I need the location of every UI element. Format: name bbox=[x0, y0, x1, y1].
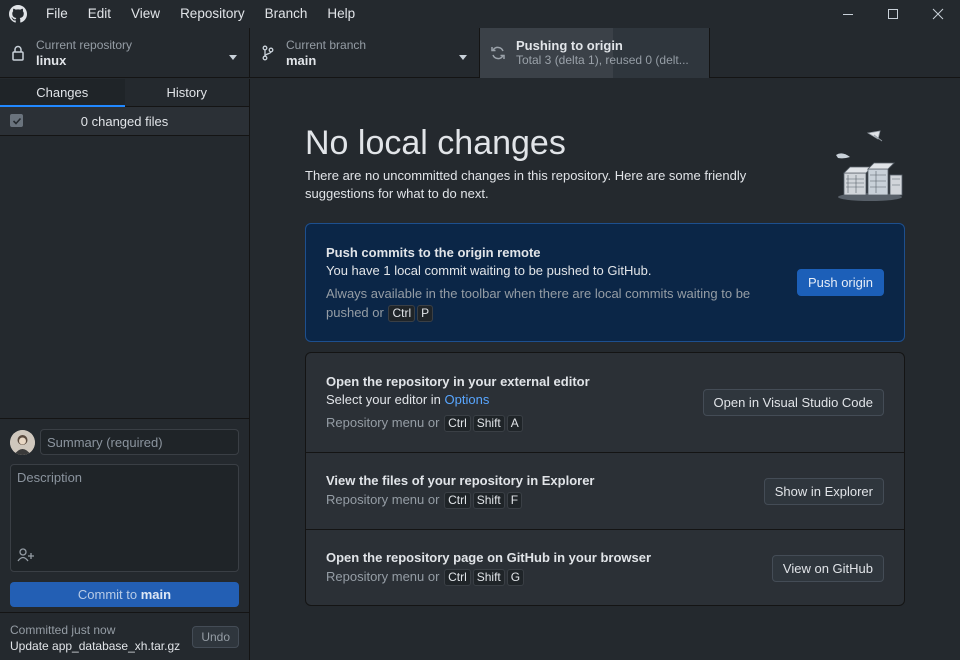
page-subtitle: There are no uncommitted changes in this… bbox=[305, 168, 747, 201]
open-in-editor-button[interactable]: Open in Visual Studio Code bbox=[702, 389, 884, 416]
kbd-p: P bbox=[417, 305, 434, 322]
show-in-explorer-button[interactable]: Show in Explorer bbox=[763, 478, 884, 505]
maximize-icon bbox=[887, 9, 898, 19]
kbd-shift: Shift bbox=[472, 492, 505, 509]
kbd-ctrl: Ctrl bbox=[444, 492, 471, 509]
last-commit-message: Update app_database_xh.tar.gz bbox=[10, 639, 181, 653]
undo-button[interactable]: Undo bbox=[192, 626, 239, 648]
git-branch-icon bbox=[250, 45, 286, 61]
last-commit-time: Committed just now bbox=[10, 623, 116, 637]
editor-row: Open the repository in your external edi… bbox=[306, 353, 904, 452]
menu-view[interactable]: View bbox=[121, 0, 170, 28]
empty-state-illustration bbox=[834, 125, 906, 208]
repository-label: Current repository bbox=[36, 38, 133, 52]
commit-button-prefix: Commit to bbox=[77, 587, 138, 602]
kbd-shift: Shift bbox=[472, 569, 505, 586]
github-logo-icon bbox=[0, 0, 36, 28]
caret-down-icon bbox=[229, 49, 237, 64]
tab-changes[interactable]: Changes bbox=[0, 79, 125, 107]
push-row: Push commits to the origin remote You ha… bbox=[306, 224, 904, 341]
explorer-row: View the files of your repository in Exp… bbox=[306, 452, 904, 529]
kbd-f: F bbox=[506, 492, 523, 509]
avatar bbox=[10, 430, 35, 455]
kbd-a: A bbox=[506, 415, 523, 432]
editor-title: Open the repository in your external edi… bbox=[326, 374, 590, 389]
page-title: No local changes bbox=[305, 124, 566, 162]
menu-repository[interactable]: Repository bbox=[170, 0, 255, 28]
github-hint: Repository menu or Ctrl Shift G bbox=[326, 567, 525, 586]
explorer-hint: Repository menu or Ctrl Shift F bbox=[326, 490, 523, 509]
close-icon bbox=[932, 8, 943, 20]
maximize-button[interactable] bbox=[870, 0, 915, 28]
kbd-ctrl: Ctrl bbox=[388, 305, 416, 322]
tab-history[interactable]: History bbox=[125, 79, 250, 106]
push-card-title: Push commits to the origin remote bbox=[326, 245, 541, 260]
toolbar: Current repository linux Current branch … bbox=[0, 28, 960, 78]
github-hint-text: Repository menu or bbox=[326, 569, 440, 584]
push-card-line: You have 1 local commit waiting to be pu… bbox=[326, 263, 652, 278]
editor-hint-text: Repository menu or bbox=[326, 415, 440, 430]
kbd-ctrl: Ctrl bbox=[444, 415, 471, 432]
menu-branch[interactable]: Branch bbox=[255, 0, 318, 28]
editor-line: Select your editor in Options bbox=[326, 392, 489, 407]
push-origin-toolbar-button[interactable]: Pushing to origin Total 3 (delta 1), reu… bbox=[480, 28, 710, 78]
github-row: Open the repository page on GitHub in yo… bbox=[306, 529, 904, 605]
current-repository-button[interactable]: Current repository linux bbox=[0, 28, 250, 78]
editor-hint: Repository menu or Ctrl Shift A bbox=[326, 413, 524, 432]
repository-text: Current repository linux bbox=[36, 38, 132, 68]
undo-commit-bar: Committed just now Update app_database_x… bbox=[0, 612, 249, 660]
push-origin-button[interactable]: Push origin bbox=[796, 269, 884, 296]
kbd-ctrl: Ctrl bbox=[444, 569, 471, 586]
options-link[interactable]: Options bbox=[445, 392, 490, 407]
changes-header: 0 changed files bbox=[0, 107, 249, 136]
view-on-github-button[interactable]: View on GitHub bbox=[771, 555, 884, 582]
commit-form: Description Commit to main bbox=[0, 418, 249, 612]
person-add-icon[interactable] bbox=[17, 548, 35, 565]
description-field[interactable]: Description bbox=[10, 464, 239, 572]
suggestions-card: Open the repository in your external edi… bbox=[305, 352, 905, 606]
branch-label: Current branch bbox=[286, 38, 367, 52]
explorer-title: View the files of your repository in Exp… bbox=[326, 473, 595, 488]
branch-name: main bbox=[286, 53, 317, 68]
repository-name: linux bbox=[36, 53, 67, 68]
kbd-g: G bbox=[506, 569, 525, 586]
kbd-shift: Shift bbox=[472, 415, 505, 432]
main-panel: No local changes There are no uncommitte… bbox=[250, 79, 960, 660]
summary-input[interactable] bbox=[40, 429, 239, 455]
sidebar-tabs: Changes History bbox=[0, 79, 249, 107]
minimize-icon bbox=[842, 14, 853, 15]
menu-file[interactable]: File bbox=[36, 0, 78, 28]
push-suggestion-card: Push commits to the origin remote You ha… bbox=[305, 223, 905, 342]
commit-button-branch: main bbox=[140, 587, 172, 602]
menu-edit[interactable]: Edit bbox=[78, 0, 121, 28]
editor-line-prefix: Select your editor in bbox=[326, 392, 441, 407]
description-placeholder: Description bbox=[17, 470, 83, 485]
lock-icon bbox=[0, 45, 36, 61]
close-button[interactable] bbox=[915, 0, 960, 28]
caret-down-icon bbox=[459, 49, 467, 64]
window-controls bbox=[825, 0, 960, 28]
explorer-hint-text: Repository menu or bbox=[326, 492, 440, 507]
push-progress-bar bbox=[480, 28, 613, 78]
github-title: Open the repository page on GitHub in yo… bbox=[326, 550, 652, 565]
current-branch-button[interactable]: Current branch main bbox=[250, 28, 480, 78]
menu-bar: File Edit View Repository Branch Help bbox=[36, 0, 365, 28]
changed-files-count: 0 changed files bbox=[80, 113, 169, 129]
check-icon bbox=[12, 117, 21, 125]
branch-text: Current branch main bbox=[286, 38, 366, 68]
select-all-checkbox[interactable] bbox=[10, 114, 23, 127]
commit-button[interactable]: Commit to main bbox=[10, 582, 239, 607]
menu-help[interactable]: Help bbox=[317, 0, 365, 28]
minimize-button[interactable] bbox=[825, 0, 870, 28]
title-bar: File Edit View Repository Branch Help bbox=[0, 0, 960, 28]
push-card-hint: Always available in the toolbar when the… bbox=[326, 284, 766, 322]
sidebar: Changes History 0 changed files Descript… bbox=[0, 79, 250, 660]
